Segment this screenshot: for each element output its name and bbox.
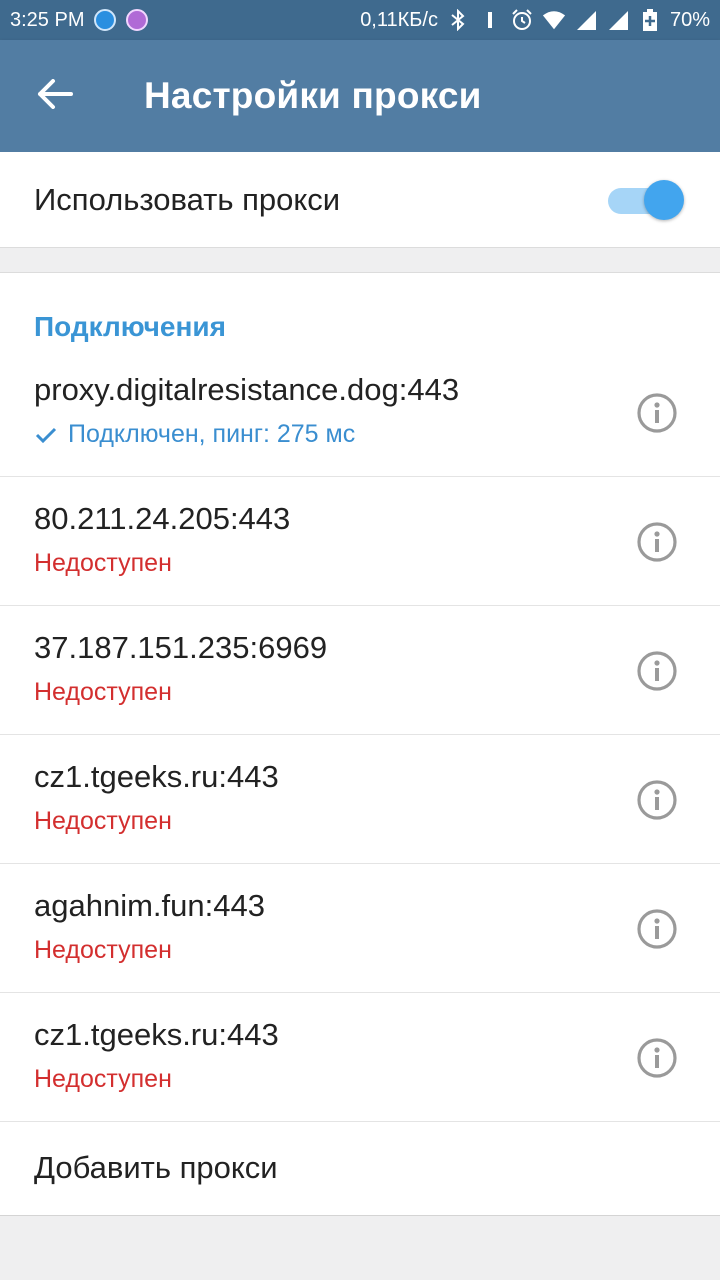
proxy-row[interactable]: 80.211.24.205:443 Недоступен: [0, 477, 720, 606]
proxy-status: Недоступен: [34, 1065, 172, 1093]
wifi-icon: [542, 8, 566, 32]
proxy-status: Недоступен: [34, 549, 172, 577]
vibrate-icon: [478, 8, 502, 32]
status-bar: 3:25 PM 0,11КБ/с 70%: [0, 0, 720, 40]
proxy-status-text: Подключен, пинг: 275 мс: [68, 420, 356, 448]
toggle-thumb: [644, 180, 684, 220]
proxy-address: 80.211.24.205:443: [34, 501, 291, 536]
proxy-row[interactable]: cz1.tgeeks.ru:443 Недоступен: [0, 993, 720, 1122]
battery-icon: [638, 8, 662, 32]
info-icon[interactable]: [636, 908, 678, 950]
connections-card: Подключения proxy.digitalresistance.dog:…: [0, 272, 720, 1216]
proxy-status: Недоступен: [34, 678, 172, 706]
proxy-address: cz1.tgeeks.ru:443: [34, 759, 279, 794]
app-notification-icon: [94, 9, 117, 31]
info-icon[interactable]: [636, 1037, 678, 1079]
signal-icon: [574, 8, 598, 32]
proxy-address: agahnim.fun:443: [34, 888, 265, 923]
info-icon[interactable]: [636, 779, 678, 821]
check-icon: [34, 423, 58, 447]
app-bar: Настройки прокси: [0, 40, 720, 152]
bluetooth-icon: [446, 8, 470, 32]
alarm-icon: [510, 8, 534, 32]
status-time: 3:25 PM: [10, 8, 85, 31]
proxy-status: Недоступен: [34, 936, 172, 964]
battery-percent: 70%: [669, 8, 710, 31]
network-speed: 0,11КБ/с: [360, 8, 438, 31]
use-proxy-row[interactable]: Использовать прокси: [0, 152, 720, 248]
proxy-status: Подключен, пинг: 275 мс: [34, 420, 355, 449]
proxy-row[interactable]: proxy.digitalresistance.dog:443 Подключе…: [0, 348, 720, 477]
info-icon[interactable]: [636, 521, 678, 563]
proxy-address: cz1.tgeeks.ru:443: [34, 1017, 279, 1052]
section-header: Подключения: [34, 311, 226, 342]
proxy-address: 37.187.151.235:6969: [34, 630, 328, 665]
info-icon[interactable]: [636, 650, 678, 692]
app-notification-icon-2: [126, 9, 149, 31]
add-proxy-label: Добавить прокси: [34, 1150, 278, 1185]
signal-icon-2: [606, 8, 630, 32]
info-icon[interactable]: [636, 392, 678, 434]
use-proxy-label: Использовать прокси: [34, 181, 341, 217]
arrow-left-icon: [37, 78, 73, 114]
back-button[interactable]: [0, 40, 110, 152]
proxy-row[interactable]: 37.187.151.235:6969 Недоступен: [0, 606, 720, 735]
proxy-status: Недоступен: [34, 807, 172, 835]
proxy-row[interactable]: agahnim.fun:443 Недоступен: [0, 864, 720, 993]
proxy-address: proxy.digitalresistance.dog:443: [34, 372, 460, 407]
page-title: Настройки прокси: [144, 75, 482, 116]
proxy-row[interactable]: cz1.tgeeks.ru:443 Недоступен: [0, 735, 720, 864]
use-proxy-toggle[interactable]: [608, 180, 684, 220]
add-proxy-button[interactable]: Добавить прокси: [0, 1120, 720, 1216]
